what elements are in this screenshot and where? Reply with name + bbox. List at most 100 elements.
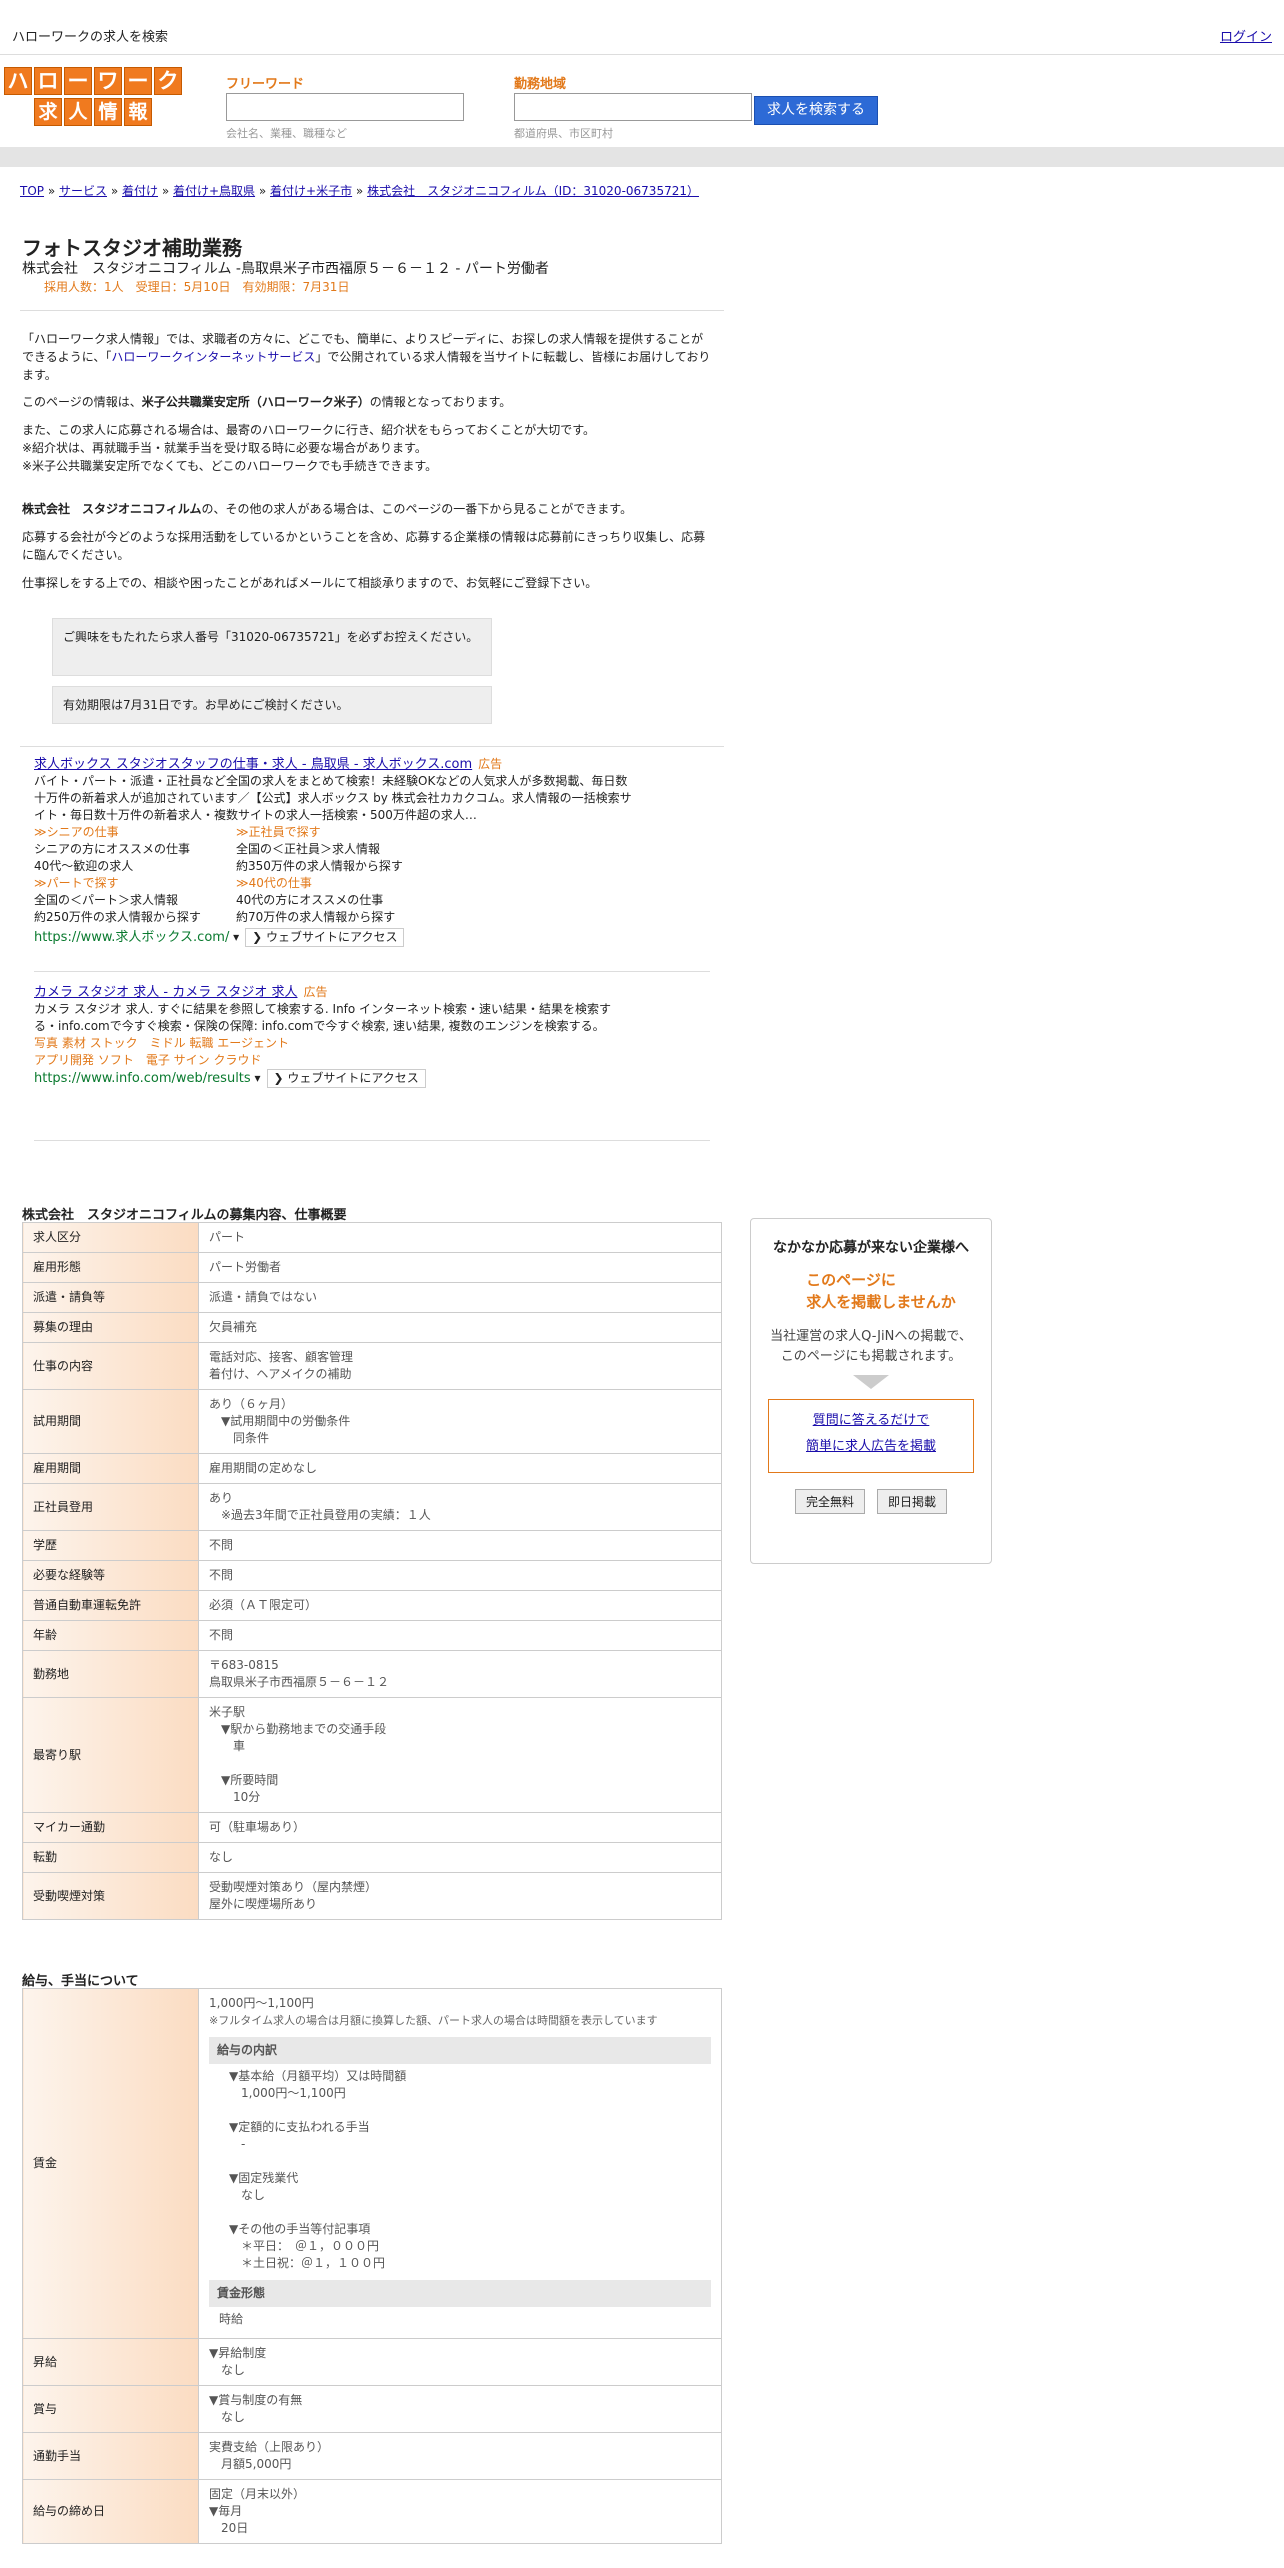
row-key: 賞与 xyxy=(22,2385,199,2433)
ad1-url[interactable]: https://www.求人ボックス.com/ xyxy=(34,930,229,945)
sitelink-seishain[interactable]: ≫正社員で探す 全国の＜正社員＞求人情報 約350万件の求人情報から探す xyxy=(236,824,438,875)
research-note: 応募する会社が今どのような採用活動をしているかということを含め、応募する企業様の… xyxy=(22,530,706,562)
divider xyxy=(20,746,724,747)
ad2-url[interactable]: https://www.info.com/web/results xyxy=(34,1071,251,1086)
row-key: マイカー通勤 xyxy=(22,1812,199,1843)
row-value: 不問 xyxy=(198,1620,722,1651)
job-title: フォトスタジオ補助業務 xyxy=(22,236,242,260)
summary-table: 求人区分 パート 雇用形態 パート労働者 派遣・請負等 派遣・請負ではない 募集の理由 欠員補… xyxy=(22,1222,722,1920)
sitelink-part[interactable]: ≫パートで探す 全国の＜パート＞求人情報 約250万件の求人情報から探す xyxy=(34,875,236,926)
ad2-sitelinks-2[interactable]: アプリ開発 ソフト 電子 サイン クラウド xyxy=(34,1052,634,1069)
promo-link-2[interactable]: 簡単に求人広告を掲載 xyxy=(806,1439,936,1454)
crumb-service[interactable]: サービス xyxy=(59,184,107,198)
row-value: ▼賞与制度の有無 なし xyxy=(198,2385,722,2433)
row-key: 転勤 xyxy=(22,1842,199,1873)
keyword-hint: 会社名、業種、職種など xyxy=(226,127,347,140)
ad1-title-link[interactable]: 求人ボックス スタジオスタッフの仕事・求人 - 鳥取県 - 求人ボックス.com xyxy=(34,757,472,772)
row-key: 最寄り駅 xyxy=(22,1697,199,1813)
row-key: 正社員登用 xyxy=(22,1483,199,1531)
table-row: 正社員登用 あり ※過去3年間で正社員登用の実績：１人 xyxy=(22,1483,722,1531)
table-row: 賞与 ▼賞与制度の有無 なし xyxy=(22,2385,722,2433)
crumb-tottori[interactable]: 着付け+鳥取県 xyxy=(173,184,255,198)
row-key: 派遣・請負等 xyxy=(22,1282,199,1313)
row-key: 年齢 xyxy=(22,1620,199,1651)
breakdown-line: - xyxy=(229,2137,246,2151)
row-key: 雇用形態 xyxy=(22,1252,199,1283)
row-value: パート労働者 xyxy=(198,1252,722,1283)
row-key: 勤務地 xyxy=(22,1650,199,1698)
ad-info: カメラ スタジオ 求人 - カメラ スタジオ 求人 広告 カメラ スタジオ 求人.… xyxy=(34,984,634,1088)
login-link[interactable]: ログイン xyxy=(1220,26,1272,45)
search-button[interactable]: 求人を検索する xyxy=(754,96,878,125)
consult-note: 仕事探しをする上での、相談や困ったことがあればメールにて相談承りますので、お気軽… xyxy=(22,576,598,590)
crumb-top[interactable]: TOP xyxy=(20,184,44,198)
row-value: 受動喫煙対策あり（屋内禁煙） 屋外に喫煙場所あり xyxy=(198,1872,722,1920)
site-logo[interactable]: ハローワーク 求人情報 xyxy=(4,67,182,126)
table-row: 勤務地 〒683-0815 鳥取県米子市西福原５－６－１２ xyxy=(22,1650,722,1698)
sameday-button[interactable]: 即日掲載 xyxy=(877,1489,948,1514)
breakdown-line: ▼その他の手当等付記事項 xyxy=(229,2222,371,2236)
ad2-visit-button[interactable]: ❯ ウェブサイトにアクセス xyxy=(266,1069,426,1088)
row-value: 不問 xyxy=(198,1560,722,1591)
ad2-sitelinks-1[interactable]: 写真 素材 ストック ミドル 転職 エージェント xyxy=(34,1035,634,1052)
logo-char: ハ xyxy=(4,67,32,95)
table-row: 通勤手当 実費支給（上限あり） 月額5,000円 xyxy=(22,2432,722,2480)
row-key: 賃金 xyxy=(22,1988,199,2339)
intro-paragraph: 「ハローワーク求人情報」では、求職者の方々に、どこでも、簡単に、よりスピーディに… xyxy=(22,332,711,382)
row-key: 試用期間 xyxy=(22,1389,199,1454)
free-button[interactable]: 完全無料 xyxy=(794,1489,865,1514)
promo-text: 当社運営の求人Q-JiNへの掲載で、 このページにも掲載されます。 xyxy=(770,1329,972,1364)
logo-char: 求 xyxy=(34,98,62,126)
logo-char: ク xyxy=(154,67,182,95)
keyword-label: フリーワード xyxy=(226,77,305,92)
keyword-input[interactable] xyxy=(226,93,464,121)
row-key: 必要な経験等 xyxy=(22,1560,199,1591)
area-input[interactable] xyxy=(514,93,752,121)
breakdown-line: 1,000円〜1,100円 xyxy=(229,2086,346,2100)
sitelink-senior[interactable]: ≫シニアの仕事 シニアの方にオススメの仕事 40代～歓迎の求人 xyxy=(34,824,236,875)
row-value: 派遣・請負ではない xyxy=(198,1282,722,1313)
row-value: 固定（月末以外） ▼毎月 20日 xyxy=(198,2479,722,2544)
row-value: パート xyxy=(198,1222,722,1253)
top-bar: ハローワークの求人を検索 ログイン xyxy=(0,0,1284,55)
divider-bar xyxy=(0,147,1284,167)
crumb-yonago[interactable]: 着付け+米子市 xyxy=(270,184,352,198)
ad2-title-link[interactable]: カメラ スタジオ 求人 - カメラ スタジオ 求人 xyxy=(34,985,298,1000)
site-title: ハローワークの求人を検索 xyxy=(12,30,169,45)
row-value: 必須（ＡＴ限定可） xyxy=(198,1590,722,1621)
crumb-kitsuke[interactable]: 着付け xyxy=(122,184,158,198)
row-key: 昇給 xyxy=(22,2338,199,2386)
down-arrow-icon xyxy=(853,1375,889,1389)
hellowork-link[interactable]: ハローワークインターネットサービス xyxy=(111,350,315,364)
summary-heading: 株式会社 スタジオニコフィルムの募集内容、仕事概要 xyxy=(22,1208,347,1223)
logo-char: 情 xyxy=(94,98,122,126)
crumb-company[interactable]: 株式会社 スタジオニコフィルム（ID：31020-06735721） xyxy=(367,184,699,198)
row-value: 米子駅 ▼駅から勤務地までの交通手段 車 ▼所要時間 10分 xyxy=(198,1697,722,1813)
row-value: なし xyxy=(198,1842,722,1873)
table-row: 賃金 1,000円〜1,100円 ※フルタイム求人の場合は月額に換算した額、パー… xyxy=(22,1988,722,2339)
breakdown-line: なし xyxy=(229,2188,266,2202)
row-key: 募集の理由 xyxy=(22,1312,199,1343)
promo-link-1[interactable]: 質問に答えるだけで xyxy=(813,1413,930,1428)
area-label: 勤務地域 xyxy=(514,77,567,92)
row-key: 雇用期間 xyxy=(22,1453,199,1484)
breadcrumb: TOP » サービス » 着付け » 着付け+鳥取県 » 着付け+米子市 » 株… xyxy=(20,184,699,198)
row-value: あり（６ヶ月） ▼試用期間中の労働条件 同条件 xyxy=(198,1389,722,1454)
ad1-visit-button[interactable]: ❯ ウェブサイトにアクセス xyxy=(245,928,405,947)
side-promo: なかなか応募が来ない企業様へ このページに 求人を掲載しませんか 当社運営の求人Q… xyxy=(750,1218,992,1564)
keyword-field: フリーワード 会社名、業種、職種など xyxy=(226,73,464,141)
table-row: 転勤 なし xyxy=(22,1842,722,1873)
table-row: 最寄り駅 米子駅 ▼駅から勤務地までの交通手段 車 ▼所要時間 10分 xyxy=(22,1697,722,1813)
logo-char: ワ xyxy=(94,67,122,95)
row-key: 普通自動車運転免許 xyxy=(22,1590,199,1621)
row-value: 雇用期間の定めなし xyxy=(198,1453,722,1484)
table-row: 求人区分 パート xyxy=(22,1222,722,1253)
sitelink-40s[interactable]: ≫40代の仕事 40代の方にオススメの仕事 約70万件の求人情報から探す xyxy=(236,875,438,926)
row-key: 受動喫煙対策 xyxy=(22,1872,199,1920)
form-value: 時給 xyxy=(219,2312,244,2326)
table-row: 学歴 不問 xyxy=(22,1530,722,1561)
breakdown-list: ▼基本給（月額平均）又は時間額 1,000円〜1,100円 ▼定額的に支払われる… xyxy=(209,2068,711,2272)
form-title: 賃金形態 xyxy=(209,2280,711,2307)
other-jobs-note: 株式会社 スタジオニコフィルムの、その他の求人がある場合は、このページの一番下か… xyxy=(22,502,633,516)
ad1-description: バイト・パート・派遣・正社員など全国の求人をまとめて検索！未経験OKなどの人気求… xyxy=(34,774,632,822)
